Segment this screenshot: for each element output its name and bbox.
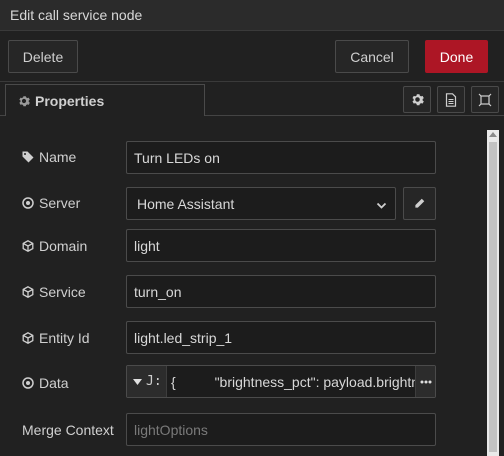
- cube-icon: [22, 286, 34, 298]
- name-label: Name: [39, 149, 77, 165]
- description-tab-button[interactable]: [437, 86, 465, 113]
- dot-circle-icon: [22, 197, 34, 209]
- domain-label-row: Domain: [22, 238, 87, 254]
- service-label-row: Service: [22, 284, 86, 300]
- server-label-row: Server: [22, 195, 80, 211]
- dialog-titlebar: Edit call service node: [0, 0, 504, 31]
- expand-editor-button[interactable]: [415, 366, 435, 397]
- domain-input[interactable]: light: [126, 229, 436, 262]
- server-select-value: Home Assistant: [137, 195, 235, 212]
- ellipsis-icon: [420, 380, 432, 384]
- frame-icon: [478, 93, 492, 107]
- data-value[interactable]: { "brightness_pct": payload.brightness: [171, 374, 417, 390]
- entity-label-row: Entity Id: [22, 330, 90, 346]
- scrollbar-thumb[interactable]: [489, 142, 497, 452]
- scroll-up-arrow-icon[interactable]: [489, 132, 497, 137]
- entity-id-input[interactable]: light.led_strip_1: [126, 321, 436, 354]
- entity-label: Entity Id: [39, 330, 90, 346]
- cube-icon: [22, 332, 34, 344]
- json-type-label: J:: [146, 374, 162, 389]
- dialog-title: Edit call service node: [10, 7, 143, 23]
- name-input[interactable]: Turn LEDs on: [126, 141, 436, 174]
- service-label: Service: [39, 284, 86, 300]
- caret-down-icon: [133, 378, 142, 385]
- service-input[interactable]: turn_on: [126, 275, 436, 308]
- settings-tab-button[interactable]: [403, 86, 431, 113]
- document-icon: [445, 92, 457, 107]
- tag-icon: [22, 151, 34, 163]
- delete-button[interactable]: Delete: [8, 40, 78, 73]
- edit-server-button[interactable]: [403, 187, 436, 220]
- data-typed-input[interactable]: J: { "brightness_pct": payload.brightnes…: [126, 365, 436, 398]
- cube-icon: [22, 240, 34, 252]
- name-label-row: Name: [22, 149, 76, 165]
- tab-bar: Properties: [0, 82, 504, 117]
- tab-properties-label: Properties: [35, 92, 105, 109]
- done-button[interactable]: Done: [425, 40, 488, 73]
- appearance-tab-button[interactable]: [471, 86, 499, 113]
- properties-panel: Name Turn LEDs on Server Home Assistant …: [0, 116, 504, 456]
- scrollbar[interactable]: [487, 130, 499, 456]
- domain-label: Domain: [39, 238, 88, 254]
- data-label: Data: [39, 375, 69, 391]
- chevron-down-icon: [376, 198, 387, 214]
- merge-context-input[interactable]: lightOptions: [126, 413, 436, 446]
- merge-context-label-row: Merge Context: [22, 422, 114, 438]
- data-label-row: Data: [22, 375, 69, 391]
- dialog-toolbar: Delete Cancel Done: [0, 31, 504, 82]
- merge-context-label: Merge Context: [22, 422, 114, 438]
- dot-circle-icon: [22, 377, 34, 389]
- server-select[interactable]: Home Assistant: [126, 187, 396, 220]
- gear-icon: [411, 93, 424, 106]
- data-type-selector[interactable]: J:: [127, 366, 167, 397]
- server-label: Server: [39, 195, 81, 211]
- gear-icon: [18, 95, 30, 107]
- cancel-button[interactable]: Cancel: [335, 40, 409, 73]
- tab-properties[interactable]: Properties: [5, 84, 205, 117]
- pencil-icon: [414, 198, 425, 209]
